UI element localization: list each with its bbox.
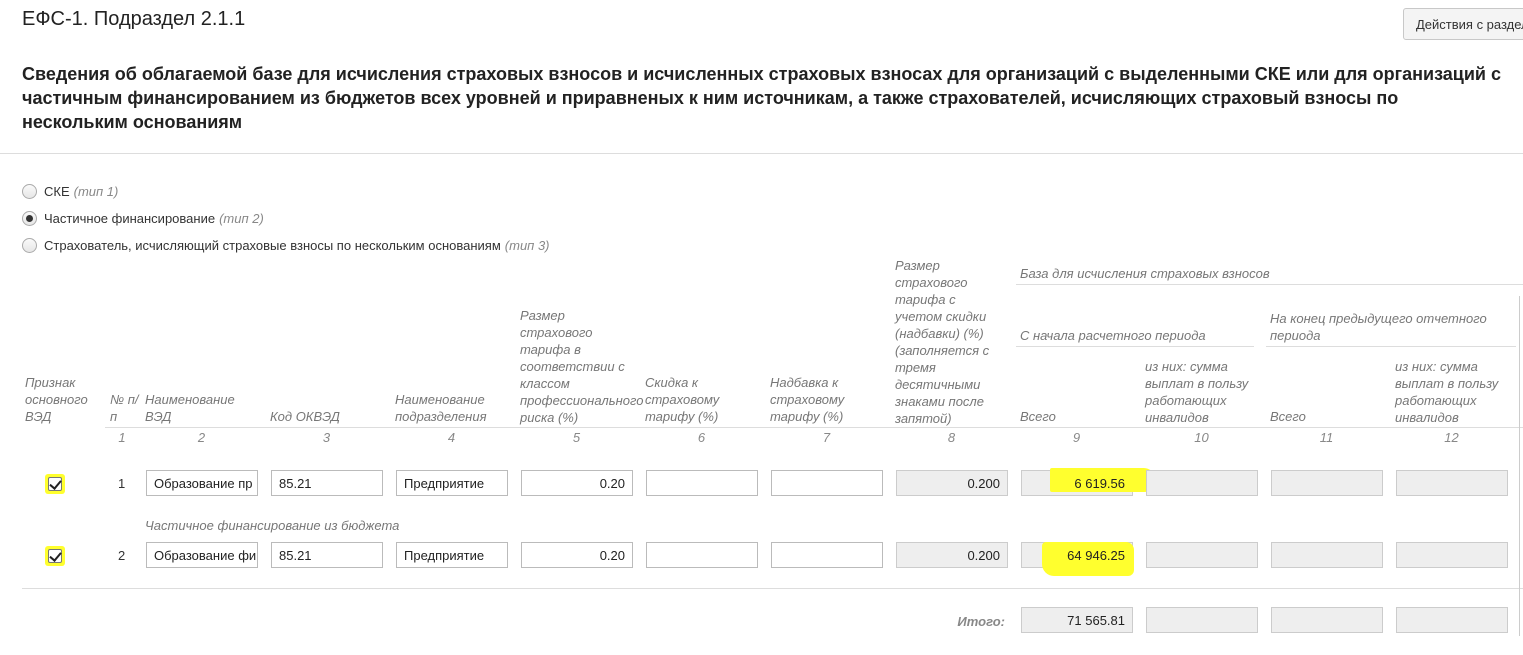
row-number: 1 — [118, 476, 126, 491]
column-number: 5 — [572, 430, 581, 445]
header-divider — [105, 427, 1523, 428]
radio-option-multiple-grounds[interactable]: Страхователь, исчисляющий страховые взно… — [22, 236, 550, 254]
okved-input[interactable]: 85.21 — [271, 542, 383, 568]
column-header-disabled-start: из них: сумма выплат в пользу работающих… — [1145, 359, 1249, 425]
disabled-start-field — [1146, 470, 1258, 496]
disabled-start-sum — [1146, 607, 1258, 633]
total-prev-field — [1271, 470, 1383, 496]
tariff-adjusted-field: 0.200 — [896, 542, 1008, 568]
main-ved-checkbox[interactable] — [45, 546, 65, 566]
column-number: 3 — [322, 430, 331, 445]
total-start-value: 6 619.56 — [1074, 476, 1125, 491]
main-ved-checkbox[interactable] — [45, 474, 65, 494]
radio-option-ske[interactable]: СКЕ (тип 1) — [22, 182, 118, 200]
checkmark-icon — [48, 477, 62, 491]
column-header-tariff-adjusted: Размер страхового тарифа с учетом скидки… — [895, 258, 990, 426]
discount-input[interactable] — [646, 470, 758, 496]
group-header-base: База для исчисления страховых взносов — [1020, 266, 1270, 281]
column-header-total-prev: Всего — [1270, 409, 1306, 424]
checkmark-icon — [48, 549, 62, 563]
sub-caption: Частичное финансирование из бюджета — [145, 518, 400, 533]
column-header-surcharge: Надбавка к страховому тарифу (%) — [770, 375, 845, 424]
radio-label: Частичное финансирование — [44, 210, 216, 226]
ved-name-input[interactable]: Образование пр — [146, 470, 258, 496]
radio-label: Страхователь, исчисляющий страховые взно… — [44, 237, 501, 253]
subgroup-header-prev: На конец предыдущего отчетного периода — [1270, 311, 1487, 343]
column-header-main-ved: Признак основного ВЭД — [25, 375, 88, 424]
ved-name-input[interactable]: Образование фи — [146, 542, 258, 568]
radio-button-selected[interactable] — [22, 210, 37, 226]
disabled-prev-field — [1396, 470, 1508, 496]
heading-line: Сведения об облагаемой базе для исчислен… — [22, 64, 1502, 84]
subgroup-header-start: С начала расчетного периода — [1020, 328, 1206, 343]
surcharge-input[interactable] — [771, 470, 883, 496]
tariff-input[interactable]: 0.20 — [521, 542, 633, 568]
radio-button[interactable] — [22, 183, 37, 199]
column-number: 9 — [1072, 430, 1081, 445]
radio-sub-label: (тип 3) — [504, 237, 550, 253]
column-number: 11 — [1319, 430, 1334, 445]
radio-option-partial-financing[interactable]: Частичное финансирование (тип 2) — [22, 209, 264, 227]
divider — [22, 588, 1523, 589]
total-start-sum: 71 565.81 — [1021, 607, 1133, 633]
heading-line: нескольким основаниям — [22, 112, 243, 132]
division-input[interactable]: Предприятие — [396, 470, 508, 496]
column-header-division: Наименование подразделения — [395, 392, 487, 424]
column-header-okved: Код ОКВЭД — [270, 409, 340, 424]
tariff-input[interactable]: 0.20 — [521, 470, 633, 496]
column-number: 8 — [947, 430, 956, 445]
total-prev-field — [1271, 542, 1383, 568]
column-header-discount: Скидка к страховому тарифу (%) — [645, 375, 720, 424]
radio-button[interactable] — [22, 237, 37, 253]
radio-sub-label: (тип 2) — [219, 210, 264, 226]
total-start-value: 64 946.25 — [1067, 548, 1125, 563]
next-columns-edge — [1519, 296, 1523, 636]
total-label: Итого: — [957, 614, 1005, 629]
disabled-prev-sum — [1396, 607, 1508, 633]
section-heading: Сведения об облагаемой базе для исчислен… — [22, 62, 1523, 134]
radio-label: СКЕ — [44, 183, 70, 199]
page-title: ЕФС-1. Подраздел 2.1.1 — [22, 8, 246, 30]
header-underline — [1016, 284, 1523, 285]
column-header-total-start: Всего — [1020, 409, 1056, 424]
column-number: 4 — [447, 430, 456, 445]
column-header-ved-name: Наименование ВЭД — [145, 392, 235, 424]
heading-line: частичным финансированием из бюджетов вс… — [22, 88, 1399, 108]
row-number: 2 — [118, 548, 126, 563]
division-input[interactable]: Предприятие — [396, 542, 508, 568]
discount-input[interactable] — [646, 542, 758, 568]
okved-input[interactable]: 85.21 — [271, 470, 383, 496]
radio-sub-label: (тип 1) — [73, 183, 119, 199]
column-number: 7 — [822, 430, 831, 445]
section-actions-button[interactable]: Действия с разделом — [1403, 8, 1523, 40]
column-number: 1 — [118, 430, 126, 445]
column-header-tariff: Размер страхового тарифа в соответствии … — [520, 308, 644, 425]
header-underline — [1266, 346, 1516, 347]
header-underline — [1016, 346, 1254, 347]
disabled-start-field — [1146, 542, 1258, 568]
disabled-prev-field — [1396, 542, 1508, 568]
surcharge-input[interactable] — [771, 542, 883, 568]
column-header-row-number: № п/п — [110, 392, 139, 424]
column-number: 2 — [197, 430, 206, 445]
tariff-adjusted-field: 0.200 — [896, 470, 1008, 496]
total-prev-sum — [1271, 607, 1383, 633]
column-header-disabled-prev: из них: сумма выплат в пользу работающих… — [1395, 359, 1499, 425]
column-number: 6 — [697, 430, 706, 445]
column-number: 10 — [1194, 430, 1209, 445]
column-number: 12 — [1444, 430, 1459, 445]
divider — [0, 153, 1523, 154]
